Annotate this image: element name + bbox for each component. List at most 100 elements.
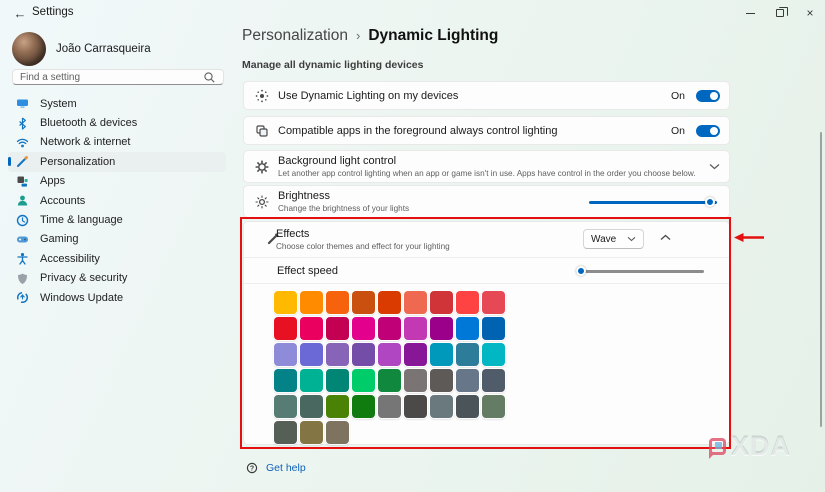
setting-title: Background light control [278,155,397,167]
scrollbar[interactable] [820,132,822,427]
minimize-icon [745,12,755,14]
color-swatch[interactable] [274,291,297,314]
color-swatch[interactable] [456,317,479,340]
effect-speed-slider[interactable] [576,265,704,276]
back-button[interactable]: ← [10,4,30,24]
sidebar-item-windows-update[interactable]: Windows Update [8,288,226,307]
color-swatch[interactable] [482,317,505,340]
color-swatch[interactable] [404,343,427,366]
color-swatch[interactable] [456,395,479,418]
color-swatch[interactable] [274,343,297,366]
color-swatch[interactable] [300,395,323,418]
color-swatch[interactable] [378,343,401,366]
color-swatch[interactable] [430,317,453,340]
color-swatch[interactable] [326,291,349,314]
color-swatch[interactable] [300,421,323,444]
update-icon [16,292,29,304]
color-swatch[interactable] [326,395,349,418]
color-swatch[interactable] [482,343,505,366]
user-profile[interactable]: João Carrasqueira [12,32,151,66]
sidebar-item-personalization[interactable]: Personalization [8,152,226,172]
brightness-slider[interactable] [589,196,717,207]
sidebar-item-gaming[interactable]: Gaming [8,230,226,249]
color-swatch[interactable] [456,369,479,392]
minimize-button[interactable] [735,0,765,26]
color-swatch[interactable] [404,317,427,340]
color-swatch[interactable] [352,395,375,418]
get-help-link[interactable]: Get help [266,462,306,474]
color-swatch[interactable] [326,369,349,392]
color-swatch[interactable] [482,395,505,418]
color-palette-grid [274,291,505,444]
maximize-button[interactable] [765,0,795,26]
color-swatch[interactable] [300,369,323,392]
color-swatch[interactable] [430,343,453,366]
color-swatch[interactable] [352,343,375,366]
color-swatch[interactable] [300,343,323,366]
color-swatch[interactable] [326,421,349,444]
sidebar-item-label: Accessibility [40,252,100,265]
color-swatch[interactable] [326,343,349,366]
wifi-icon [16,138,29,148]
sidebar-item-system[interactable]: System [8,94,226,113]
brightness-icon [255,194,269,209]
sidebar-item-time-language[interactable]: Time & language [8,210,226,229]
color-swatch[interactable] [352,369,375,392]
sidebar-item-accounts[interactable]: Accounts [8,191,226,210]
use-dynamic-lighting-toggle[interactable] [696,89,720,102]
color-swatch[interactable] [404,369,427,392]
sidebar-item-apps[interactable]: Apps [8,172,226,191]
setting-label: Compatible apps in the foreground always… [278,124,558,137]
color-swatch[interactable] [430,369,453,392]
color-swatch[interactable] [482,369,505,392]
compatible-apps-toggle[interactable] [696,124,720,137]
effects-dropdown[interactable]: Wave [583,229,644,249]
chevron-up-icon[interactable] [660,234,671,241]
color-swatch[interactable] [274,369,297,392]
section-label: Manage all dynamic lighting devices [242,59,424,71]
color-swatch[interactable] [456,343,479,366]
color-swatch[interactable] [430,395,453,418]
color-swatch[interactable] [378,395,401,418]
sidebar-item-bluetooth[interactable]: Bluetooth & devices [8,113,226,132]
card-effects: Effects Choose color themes and effect f… [243,221,730,445]
avatar [12,32,46,66]
color-swatch[interactable] [378,317,401,340]
color-swatch[interactable] [274,421,297,444]
color-swatch[interactable] [456,291,479,314]
color-swatch[interactable] [274,317,297,340]
sidebar-item-privacy[interactable]: Privacy & security [8,269,226,288]
color-swatch[interactable] [404,395,427,418]
color-swatch[interactable] [378,291,401,314]
color-swatch[interactable] [352,317,375,340]
color-swatch[interactable] [404,291,427,314]
color-swatch[interactable] [300,291,323,314]
card-background-light-control[interactable]: Background light control Let another app… [243,150,730,183]
close-button[interactable]: × [795,0,825,26]
red-arrow-annotation [734,233,764,242]
color-swatch[interactable] [430,291,453,314]
chevron-down-icon[interactable] [709,163,720,170]
clock-icon [16,214,29,226]
sidebar-item-network[interactable]: Network & internet [8,133,226,152]
color-swatch[interactable] [274,395,297,418]
system-icon [17,99,28,108]
sidebar-item-accessibility[interactable]: Accessibility [8,249,226,268]
sidebar-item-label: Bluetooth & devices [40,117,138,130]
color-swatch[interactable] [482,291,505,314]
color-swatch[interactable] [378,369,401,392]
effects-header-row[interactable]: Effects Choose color themes and effect f… [244,222,729,257]
color-swatch[interactable] [300,317,323,340]
color-swatch[interactable] [326,317,349,340]
sidebar-item-label: Accounts [40,194,86,207]
breadcrumb-parent[interactable]: Personalization [242,27,348,45]
titlebar: ← Settings × [0,0,825,28]
search-icon [204,71,215,83]
chevron-down-icon [627,236,636,242]
bluetooth-icon [19,117,26,130]
setting-subtitle: Change the brightness of your lights [278,204,410,213]
color-swatch[interactable] [352,291,375,314]
setting-title: Brightness [278,190,330,202]
breadcrumb: Personalization › Dynamic Lighting [242,27,498,45]
search-input[interactable]: Find a setting [12,69,224,85]
